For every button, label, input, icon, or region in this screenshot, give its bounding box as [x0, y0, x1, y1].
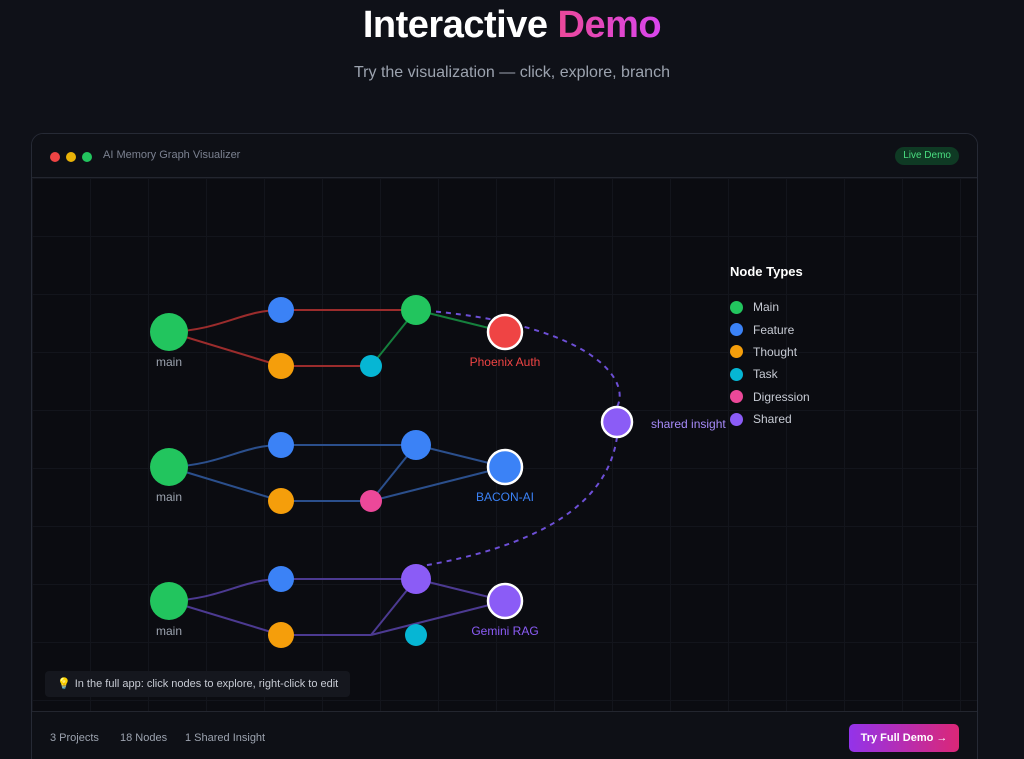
try-full-demo-button[interactable]: Try Full Demo → — [849, 724, 959, 752]
hero-title-main: Interactive — [362, 4, 548, 46]
legend-swatch — [730, 412, 743, 426]
legend-label: Main — [753, 300, 780, 315]
phoenix-auth-project-label: Phoenix Auth — [470, 355, 541, 369]
shared-insight-label: shared insight — [651, 417, 726, 431]
legend-item-thought: Thought — [730, 341, 860, 363]
main-node[interactable] — [401, 295, 431, 325]
nodes-count: 18 Nodes — [120, 732, 168, 744]
gemini-rag-project-label: Gemini RAG — [471, 624, 538, 638]
legend-swatch — [730, 300, 743, 314]
window-title: AI Memory Graph Visualizer — [103, 149, 241, 161]
graph-canvas[interactable]: main Phoenix Auth main BACON-AI main Gemini R… — [32, 178, 978, 711]
shared-insight-count: 1 Shared Insight — [185, 732, 266, 744]
main-node[interactable] — [150, 448, 188, 486]
hero-title-accent: Demo — [557, 4, 662, 46]
legend-swatch — [730, 345, 743, 359]
projects-count: 3 Projects — [50, 732, 99, 744]
memory-graph[interactable]: main Phoenix Auth main BACON-AI main Gemini R… — [32, 178, 978, 711]
main-branch-label: main — [156, 355, 182, 369]
close-dot-icon[interactable] — [50, 152, 60, 162]
gemini-rag-project-node[interactable] — [486, 582, 524, 620]
legend-label: Digression — [753, 389, 810, 404]
main-branch-label: main — [156, 624, 182, 638]
window-titlebar: AI Memory Graph Visualizer Live Demo — [32, 134, 977, 178]
legend-item-task: Task — [730, 363, 860, 385]
thought-node[interactable] — [268, 353, 294, 379]
legend-title: Node Types — [730, 264, 803, 279]
legend-swatch — [730, 390, 743, 404]
live-demo-badge: Live Demo — [895, 147, 959, 165]
demo-window: AI Memory Graph Visualizer Live Demo mai… — [31, 133, 978, 759]
phoenix-auth-project-node[interactable] — [486, 313, 524, 351]
feature-node[interactable] — [268, 297, 294, 323]
main-node[interactable] — [150, 313, 188, 351]
task-node[interactable] — [405, 624, 427, 646]
hint-banner: 💡 In the full app: click nodes to explore… — [45, 671, 351, 697]
feature-node[interactable] — [268, 566, 294, 592]
legend-label: Shared — [753, 412, 792, 427]
legend-swatch — [730, 323, 743, 337]
window-footer: 3 Projects 18 Nodes 1 Shared Insight Try… — [32, 711, 977, 759]
shared-node[interactable] — [401, 564, 431, 594]
hero-subtitle: Try the visualization — click, explore, … — [354, 64, 670, 81]
legend-item-digression: Digression — [730, 386, 860, 408]
digression-node[interactable] — [360, 490, 382, 512]
legend-swatch — [730, 367, 743, 381]
legend-label: Task — [753, 367, 778, 382]
bacon-ai-project-node[interactable] — [486, 448, 524, 486]
shared-insight-node[interactable] — [600, 405, 634, 439]
hero-title: Interactive Demo — [0, 4, 1024, 47]
feature-node[interactable] — [401, 430, 431, 460]
thought-node[interactable] — [268, 622, 294, 648]
maximize-dot-icon[interactable] — [82, 152, 92, 162]
legend-item-shared: Shared — [730, 408, 860, 430]
legend-item-feature: Feature — [730, 318, 860, 340]
hint-text: In the full app: click nodes to explore,… — [74, 678, 339, 690]
lightbulb-icon: 💡 — [57, 678, 71, 690]
legend-item-main: Main — [730, 296, 860, 318]
main-branch-label: main — [156, 490, 182, 504]
minimize-dot-icon[interactable] — [66, 152, 76, 162]
main-node[interactable] — [150, 582, 188, 620]
thought-node[interactable] — [268, 488, 294, 514]
legend-label: Thought — [753, 344, 798, 359]
bacon-ai-project-label: BACON-AI — [476, 490, 534, 504]
task-node[interactable] — [360, 355, 382, 377]
feature-node[interactable] — [268, 432, 294, 458]
legend-label: Feature — [753, 322, 795, 337]
node-types-legend: Node Types Main Feature Thought Task Digress… — [730, 264, 860, 430]
